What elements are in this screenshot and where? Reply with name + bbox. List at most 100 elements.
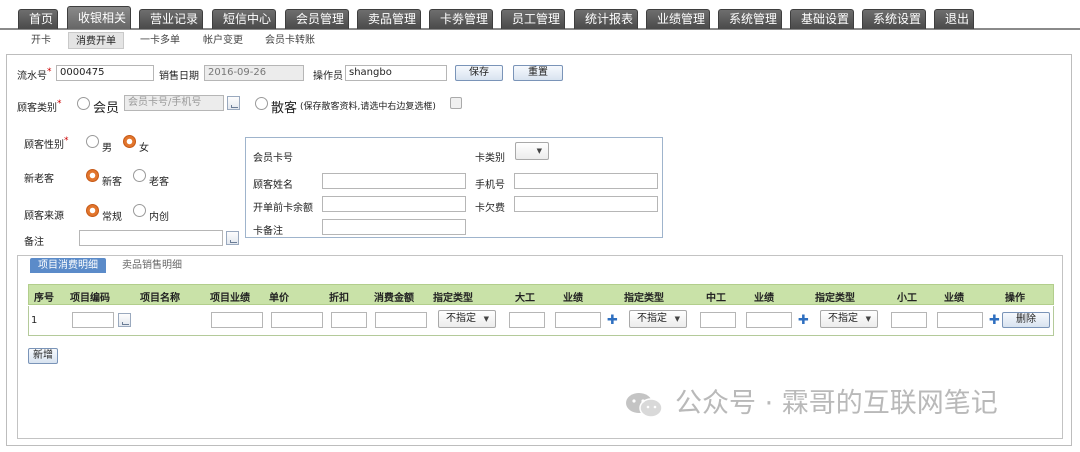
gender-label: 顾客性别* <box>24 136 69 151</box>
save-walkin-checkbox[interactable] <box>450 97 462 109</box>
phone-input[interactable] <box>514 173 658 189</box>
col-consume-amount: 消费金额 <box>374 293 414 304</box>
add-staff-icon-1[interactable]: ✚ <box>607 314 618 327</box>
tab-cashier[interactable]: 收银相关 <box>67 6 131 29</box>
date-input[interactable]: 2016-09-26 <box>204 65 304 81</box>
member-radio[interactable] <box>77 97 90 110</box>
old-customer-radio[interactable] <box>133 169 146 182</box>
row-index: 1 <box>31 315 38 326</box>
col-index: 序号 <box>34 293 54 304</box>
col-unit-price: 单价 <box>269 293 289 304</box>
card-type-label: 卡类别 <box>475 153 505 164</box>
item-code-input[interactable] <box>72 312 114 328</box>
serial-input[interactable]: 0000475 <box>56 65 154 81</box>
performance-input-2[interactable] <box>746 312 792 328</box>
member-label: 会员 <box>93 101 120 116</box>
add-staff-icon-2[interactable]: ✚ <box>798 314 809 327</box>
gender-male-radio[interactable] <box>86 135 99 148</box>
tab-performance[interactable]: 业绩管理 <box>646 9 710 29</box>
tab-home[interactable]: 首页 <box>18 9 58 29</box>
assign-type-select-1[interactable]: 不指定 ▼ <box>438 310 496 328</box>
card-balance-input[interactable] <box>322 196 466 212</box>
watermark-text: 公众号 · 霖哥的互联网笔记 <box>675 388 998 419</box>
new-customer-label: 新客 <box>102 177 122 188</box>
reset-button[interactable]: 重置 <box>513 65 563 81</box>
detail-table-header: 序号 项目编码 项目名称 项目业绩 单价 折扣 消费金额 指定类型 大工 业绩 … <box>28 284 1054 305</box>
card-remark-label: 卡备注 <box>253 226 283 237</box>
item-picker-icon[interactable] <box>118 313 131 327</box>
tab-logout[interactable]: 退出 <box>934 9 974 29</box>
card-info-box: 会员卡号 卡类别 ▼ 顾客姓名 手机号 开单前卡余额 卡欠费 卡备注 <box>245 137 663 238</box>
card-type-select[interactable]: ▼ <box>515 142 549 160</box>
walkin-note: (保存散客资料,请选中右边复选框) <box>300 102 436 112</box>
subtab-open-card[interactable]: 开卡 <box>24 32 58 49</box>
member-picker-icon[interactable] <box>227 96 240 110</box>
junior-staff-input[interactable] <box>891 312 927 328</box>
walkin-radio[interactable] <box>255 97 268 110</box>
gender-female-radio[interactable] <box>123 135 136 148</box>
source-regular-label: 常规 <box>102 212 122 223</box>
assign-type-select-2[interactable]: 不指定 ▼ <box>629 310 687 328</box>
old-customer-label: 老客 <box>149 177 169 188</box>
tab-business-records[interactable]: 营业记录 <box>139 9 203 29</box>
subtab-multi-order[interactable]: 一卡多单 <box>133 32 187 49</box>
new-customer-radio[interactable] <box>86 169 99 182</box>
tab-member-management[interactable]: 会员管理 <box>285 9 349 29</box>
remark-label: 备注 <box>24 237 44 248</box>
add-row-button[interactable]: 新增 <box>28 348 58 364</box>
tab-product-sales[interactable]: 卖品销售明细 <box>114 258 190 273</box>
wechat-icon <box>626 393 663 418</box>
source-label: 顾客来源 <box>24 211 64 222</box>
source-internal-radio[interactable] <box>133 204 146 217</box>
tab-product-management[interactable]: 卖品管理 <box>357 9 421 29</box>
source-internal-label: 内创 <box>149 212 169 223</box>
gender-female-label: 女 <box>139 143 149 154</box>
card-no-label: 会员卡号 <box>253 153 293 164</box>
col-performance-1: 业绩 <box>563 293 583 304</box>
tab-system-management[interactable]: 系统管理 <box>718 9 782 29</box>
delete-row-button[interactable]: 删除 <box>1002 312 1050 328</box>
item-performance-input[interactable] <box>211 312 263 328</box>
operator-input[interactable]: shangbo <box>345 65 447 81</box>
col-senior-staff: 大工 <box>515 293 535 304</box>
col-item-performance: 项目业绩 <box>210 293 250 304</box>
subtab-card-transfer[interactable]: 会员卡转账 <box>258 32 322 49</box>
col-performance-2: 业绩 <box>754 293 774 304</box>
newold-label: 新老客 <box>24 174 54 185</box>
tab-staff-management[interactable]: 员工管理 <box>501 9 565 29</box>
subtab-account-change[interactable]: 帐户变更 <box>196 32 250 49</box>
date-label: 销售日期 <box>159 71 199 82</box>
customer-type-label: 顾客类别* <box>17 99 62 114</box>
assign-type-select-3[interactable]: 不指定 ▼ <box>820 310 878 328</box>
tab-project-consumption[interactable]: 项目消费明细 <box>30 258 106 273</box>
unit-price-input[interactable] <box>271 312 323 328</box>
customer-name-input[interactable] <box>322 173 466 189</box>
consume-amount-input[interactable] <box>375 312 427 328</box>
tab-sms-center[interactable]: 短信中心 <box>212 9 276 29</box>
discount-input[interactable] <box>331 312 367 328</box>
table-row: 1 不指定 ▼ ✚ 不指定 ▼ ✚ 不指定 ▼ ✚ 删除 <box>28 306 1054 336</box>
col-assign-type-3: 指定类型 <box>815 293 855 304</box>
tab-statistics[interactable]: 统计报表 <box>574 9 638 29</box>
card-debt-label: 卡欠费 <box>475 203 505 214</box>
remark-input[interactable] <box>79 230 223 246</box>
card-debt-input[interactable] <box>514 196 658 212</box>
save-button[interactable]: 保存 <box>455 65 503 81</box>
tab-basic-settings[interactable]: 基础设置 <box>790 9 854 29</box>
senior-staff-input[interactable] <box>509 312 545 328</box>
col-junior-staff: 小工 <box>897 293 917 304</box>
member-search-input[interactable]: 会员卡号/手机号 <box>124 95 224 111</box>
performance-input-1[interactable] <box>555 312 601 328</box>
remark-picker-icon[interactable] <box>226 231 239 245</box>
middle-staff-input[interactable] <box>700 312 736 328</box>
col-assign-type-2: 指定类型 <box>624 293 664 304</box>
tab-coupon-management[interactable]: 卡劵管理 <box>429 9 493 29</box>
source-regular-radio[interactable] <box>86 204 99 217</box>
subtab-consume-order[interactable]: 消费开单 <box>68 32 124 49</box>
col-performance-3: 业绩 <box>944 293 964 304</box>
add-staff-icon-3[interactable]: ✚ <box>989 314 1000 327</box>
performance-input-3[interactable] <box>937 312 983 328</box>
walkin-label: 散客 <box>271 101 298 116</box>
tab-system-settings[interactable]: 系统设置 <box>862 9 926 29</box>
card-remark-input[interactable] <box>322 219 466 235</box>
